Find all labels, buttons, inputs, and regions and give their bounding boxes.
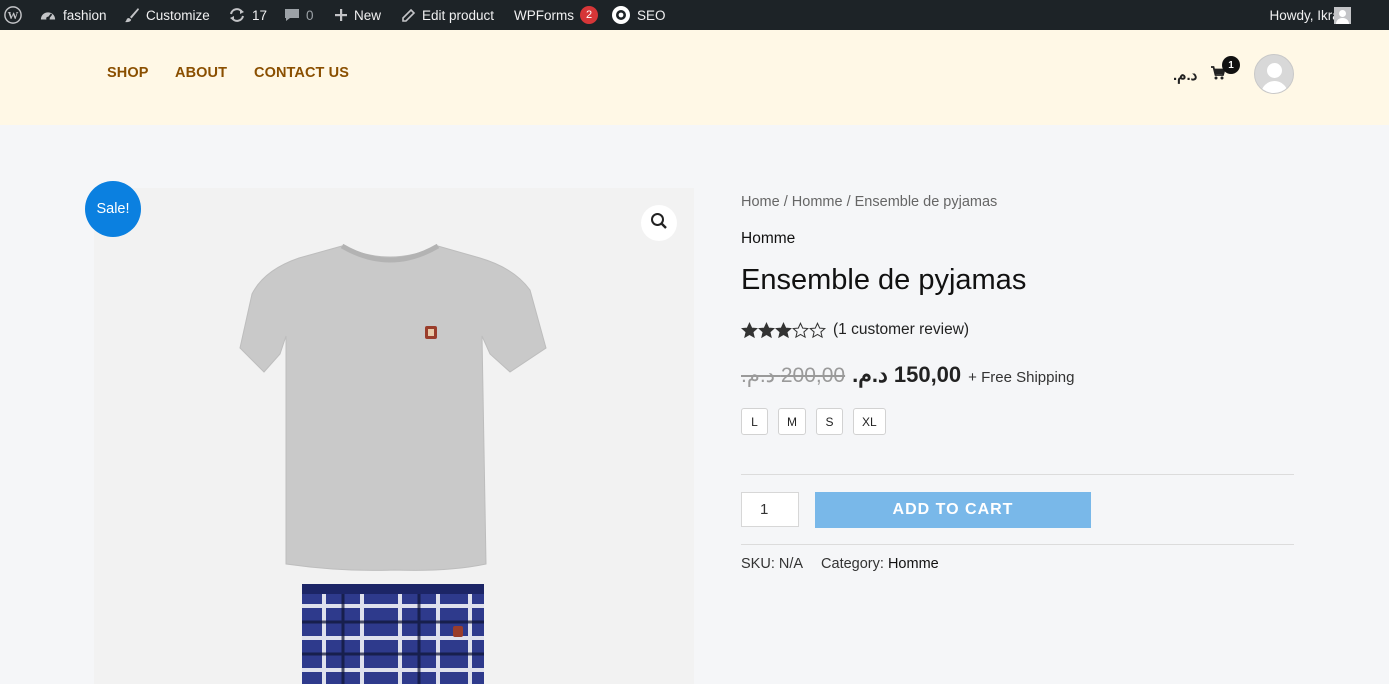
- avatar: [1334, 6, 1351, 24]
- divider: [741, 474, 1294, 475]
- sku-value: N/A: [778, 556, 804, 572]
- new-label: New: [354, 7, 382, 23]
- product-image: [239, 243, 547, 684]
- star-rating: [741, 321, 826, 339]
- dashboard-icon: [39, 7, 57, 23]
- size-option[interactable]: M: [778, 408, 806, 435]
- sku-label: SKU:: [741, 556, 775, 572]
- divider: [741, 544, 1294, 545]
- admin-bar-wpforms[interactable]: WPForms 2: [514, 0, 598, 30]
- seo-label: SEO: [637, 7, 666, 23]
- size-option[interactable]: L: [741, 408, 768, 435]
- comments-count: 0: [306, 7, 314, 23]
- customize-label: Customize: [146, 7, 210, 23]
- category-meta: Category: Homme: [821, 556, 939, 572]
- quantity-input[interactable]: 1: [741, 492, 799, 527]
- sale-badge: Sale!: [85, 181, 141, 237]
- admin-bar-customize[interactable]: Customize: [124, 0, 210, 30]
- product-category-label[interactable]: Homme: [741, 230, 795, 248]
- pencil-icon: [401, 8, 416, 23]
- breadcrumb-current: Ensemble de pyjamas: [854, 194, 998, 210]
- breadcrumb-separator: /: [846, 194, 851, 210]
- seo-gear-icon: [611, 5, 631, 25]
- magnifier-icon: [650, 212, 668, 235]
- user-avatar[interactable]: [1254, 54, 1294, 94]
- admin-bar-comments[interactable]: 0: [284, 0, 314, 30]
- price-new: 150,00 د.م.: [852, 362, 962, 387]
- breadcrumb-category[interactable]: Homme: [792, 194, 843, 210]
- admin-bar-updates[interactable]: 17: [228, 0, 267, 30]
- review-link[interactable]: (1 customer review): [833, 321, 969, 339]
- add-to-cart-button[interactable]: ADD TO CART: [815, 492, 1091, 528]
- wpforms-badge: 2: [580, 6, 598, 24]
- breadcrumb-home[interactable]: Home: [741, 194, 780, 210]
- sku: SKU: N/A: [741, 556, 803, 572]
- site-name-label: fashion: [63, 7, 107, 23]
- nav-shop[interactable]: SHOP: [107, 65, 149, 81]
- breadcrumb: Home / Homme / Ensemble de pyjamas: [741, 194, 997, 210]
- nav-about[interactable]: ABOUT: [175, 65, 227, 81]
- category-meta-label: Category:: [821, 556, 884, 572]
- product-meta: SKU: N/A Category: Homme: [741, 556, 939, 572]
- admin-bar-edit-product[interactable]: Edit product: [401, 0, 494, 30]
- star-empty-icon: [792, 321, 809, 338]
- admin-bar: W fashion Customize 17 0 New Edit produc…: [0, 0, 1389, 30]
- price: 200,00 د.م. 150,00 د.م. + Free Shipping: [741, 362, 1074, 388]
- product-rating: (1 customer review): [741, 321, 969, 339]
- plus-icon: [334, 8, 348, 22]
- admin-bar-site-name[interactable]: fashion: [39, 0, 107, 30]
- star-empty-icon: [809, 321, 826, 338]
- product-title: Ensemble de pyjamas: [741, 264, 1027, 296]
- admin-bar-new[interactable]: New: [334, 0, 381, 30]
- shipping-label: + Free Shipping: [968, 369, 1075, 386]
- updates-count: 17: [252, 7, 268, 23]
- zoom-button[interactable]: [641, 205, 677, 241]
- site-header: SHOP ABOUT CONTACT US د.م. 1: [0, 30, 1389, 125]
- star-filled-icon: [775, 321, 792, 338]
- star-filled-icon: [741, 321, 758, 338]
- nav-contact[interactable]: CONTACT US: [254, 65, 349, 81]
- admin-bar-seo[interactable]: SEO: [611, 0, 666, 30]
- breadcrumb-separator: /: [783, 194, 788, 210]
- size-option[interactable]: XL: [853, 408, 886, 435]
- wordpress-logo-icon[interactable]: W: [4, 0, 22, 30]
- svg-text:W: W: [8, 10, 19, 22]
- size-swatches: L M S XL: [741, 408, 886, 435]
- category-meta-link[interactable]: Homme: [888, 556, 939, 572]
- cart-count-badge: 1: [1222, 56, 1240, 74]
- header-currency[interactable]: د.م.: [1173, 66, 1197, 84]
- comment-icon: [284, 7, 300, 23]
- price-old: 200,00 د.م.: [741, 364, 846, 387]
- brush-icon: [124, 7, 140, 23]
- product-gallery[interactable]: [94, 188, 694, 684]
- edit-product-label: Edit product: [422, 7, 495, 23]
- star-filled-icon: [758, 321, 775, 338]
- updates-icon: [228, 7, 246, 23]
- wpforms-label: WPForms: [514, 7, 574, 23]
- size-option[interactable]: S: [816, 408, 843, 435]
- admin-bar-avatar[interactable]: [1334, 0, 1351, 30]
